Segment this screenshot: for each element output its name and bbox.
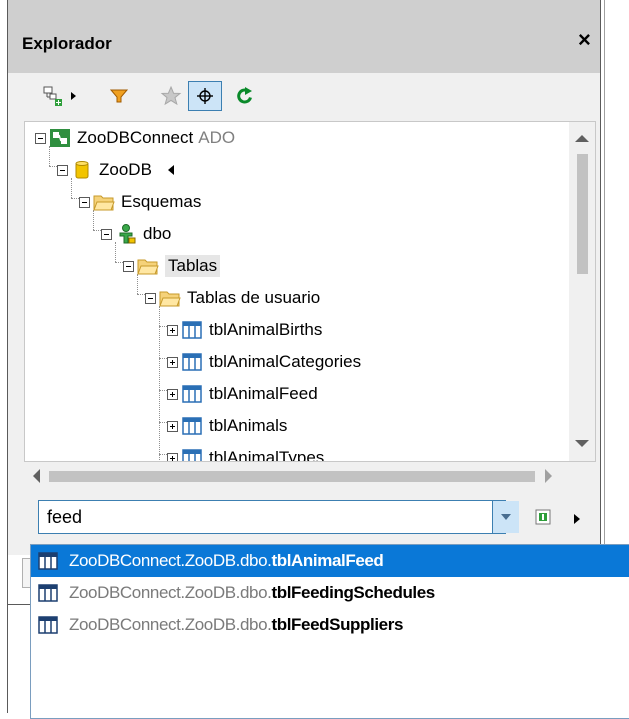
expand-toggle-icon[interactable] [167,388,178,400]
collapse-toggle-icon[interactable] [145,292,156,304]
table-label: tblAnimalCategories [209,352,362,371]
horizontal-scrollbar[interactable] [24,462,580,490]
database-icon [75,161,89,179]
panel-header: Explorador × [8,0,600,73]
refresh-button[interactable] [228,81,262,111]
toolbar [8,73,600,121]
search-results-dropdown: ZooDBConnect.ZooDB.dbo. tblAnimalFeed Zoo… [30,544,629,719]
result-name: tblFeedSuppliers [271,615,403,634]
table-label: tblAnimals [209,416,288,435]
close-icon[interactable]: × [578,27,591,53]
database-label: ZooDB [99,160,152,179]
vertical-scrollbar[interactable] [569,122,595,461]
connection-icon [50,129,70,147]
table-icon [182,449,202,461]
collapse-toggle-icon[interactable] [123,260,134,272]
table-icon [182,321,202,339]
connection-label: ZooDBConnect [77,128,194,147]
table-icon [38,616,58,634]
search-result-item[interactable]: ZooDBConnect.ZooDB.dbo. tblFeedingSchedul… [31,577,629,609]
collapse-toggle-icon[interactable] [79,196,90,208]
filter-icon [109,89,129,103]
tree-node-user-tables[interactable]: Tablas de usuario [145,282,320,314]
search-dropdown-button[interactable] [492,501,519,533]
tree-node-table[interactable]: tblAnimalTypes [167,442,325,462]
refresh-icon [237,87,252,104]
result-name: tblFeedingSchedules [271,583,435,602]
star-icon [160,85,182,106]
folder-open-icon [93,195,115,211]
search-input[interactable] [38,500,506,534]
schemas-label: Esquemas [121,192,202,211]
folder-open-icon [137,259,159,275]
tree-node-schema-dbo[interactable]: dbo [101,218,171,250]
locate-button[interactable] [188,81,222,111]
search-options-button[interactable] [532,506,554,528]
tree-node-tables[interactable]: Tablas [123,250,221,282]
connection-type-label: ADO [198,128,236,147]
search-result-item[interactable]: ZooDBConnect.ZooDB.dbo. tblAnimalFeed [31,545,629,577]
table-label: tblAnimalBirths [209,320,323,339]
collapse-toggle-icon[interactable] [35,132,46,144]
table-label: tblAnimalFeed [209,384,318,403]
table-icon [182,417,202,435]
tree-node-connection[interactable]: ZooDBConnect ADO [35,122,235,154]
add-connection-button[interactable] [40,81,80,111]
expand-toggle-icon[interactable] [167,324,178,336]
user-tables-label: Tablas de usuario [187,288,321,307]
favorites-button[interactable] [156,81,186,111]
result-prefix: ZooDBConnect.ZooDB.dbo. [69,551,272,570]
add-connection-icon [43,86,62,106]
vertical-scroll-thumb[interactable] [577,154,588,274]
tree-node-table[interactable]: tblAnimalFeed [167,378,318,410]
panel-title: Explorador [22,34,112,53]
tree-connector [159,358,167,360]
expand-toggle-icon[interactable] [167,452,178,461]
result-name: tblAnimalFeed [271,551,384,570]
crosshair-icon [197,88,213,104]
tree-node-database[interactable]: ZooDB [57,154,176,186]
chevron-down-icon [501,514,511,520]
table-icon [38,584,58,602]
result-prefix: ZooDBConnect.ZooDB.dbo. [69,615,272,634]
scroll-up-icon[interactable] [569,126,595,150]
scroll-right-icon[interactable] [539,462,559,490]
tree-connector [159,306,161,461]
search-result-item[interactable]: ZooDBConnect.ZooDB.dbo. tblFeedSuppliers [31,609,629,641]
table-icon [182,353,202,371]
dropdown-arrow-icon [71,92,76,100]
filter-button[interactable] [104,81,134,111]
table-icon [38,552,58,570]
folder-open-icon [159,291,181,307]
tree-connector [159,390,167,392]
explorer-tree: ZooDBConnect ADO ZooDB Esquemas dbo Tabl… [24,121,596,462]
horizontal-scroll-thumb[interactable] [49,471,535,482]
scroll-left-icon[interactable] [26,462,46,490]
tree-node-table[interactable]: tblAnimalCategories [167,346,361,378]
tree-node-schemas[interactable]: Esquemas [79,186,201,218]
tree-connector [159,326,167,328]
expand-toggle-icon[interactable] [167,420,178,432]
tree-connector [159,422,167,424]
collapse-toggle-icon[interactable] [57,164,68,176]
more-options-arrow-icon[interactable] [572,513,582,525]
explorer-panel: Explorador × ZooDBConnect ADO ZooDB Esqu… [8,0,600,555]
tree-connector [159,454,167,456]
schema-user-icon [119,224,136,244]
expand-toggle-icon[interactable] [167,356,178,368]
scroll-down-icon[interactable] [569,432,595,456]
table-label: tblAnimalTypes [209,448,325,462]
schema-label: dbo [143,224,172,243]
table-icon [182,385,202,403]
tree-node-table[interactable]: tblAnimals [167,410,287,442]
result-prefix: ZooDBConnect.ZooDB.dbo. [69,583,272,602]
tables-label: Tablas [165,255,221,277]
collapse-toggle-icon[interactable] [101,228,112,240]
active-database-marker-icon [167,165,174,175]
tree-node-table[interactable]: tblAnimalBirths [167,314,322,346]
search-options-icon [535,509,551,525]
